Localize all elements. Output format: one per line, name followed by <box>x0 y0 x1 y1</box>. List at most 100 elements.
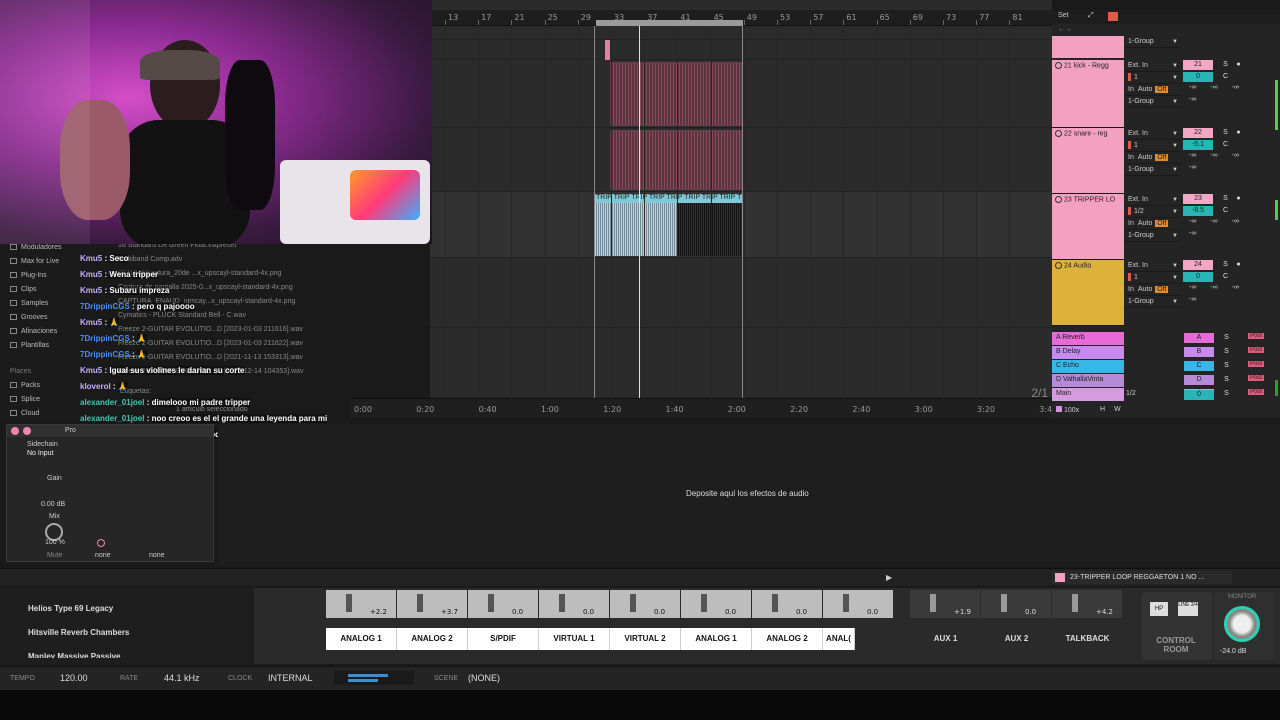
clip-tripper[interactable]: TRIP TRIP TRIP TRIP TRIP TRIP TRIP TRIP … <box>594 194 742 256</box>
pan-value[interactable]: C <box>1221 206 1230 215</box>
return-track[interactable]: D ValhallaVinta <box>1052 374 1124 387</box>
mute-label[interactable]: Mute <box>47 552 63 559</box>
fader-strip[interactable]: 0.0 <box>823 590 893 618</box>
output-routing[interactable]: 1-Group ▼ <box>1126 164 1181 176</box>
fader-knob[interactable] <box>346 594 352 612</box>
dropdown-icon[interactable]: ▼ <box>1172 206 1178 218</box>
none-b[interactable]: none <box>149 552 165 559</box>
file-item[interactable]: Freeze 2-GUITAR EVOLUTIO...D [2023-01-03… <box>118 326 303 333</box>
browser-item-label[interactable]: Plantillas <box>21 342 49 349</box>
fader-knob[interactable] <box>701 594 707 612</box>
send-a[interactable]: -∞ <box>1189 84 1196 91</box>
sidechain-led[interactable] <box>97 539 105 547</box>
return-track[interactable]: Main <box>1052 388 1124 401</box>
fold-icon[interactable] <box>1055 62 1062 69</box>
send-c[interactable]: -∞ <box>1232 218 1239 225</box>
solo-button[interactable]: S <box>1222 361 1231 370</box>
channel-label[interactable]: ANALOG 2 <box>752 628 823 650</box>
input-channel-label[interactable]: 1 <box>1134 74 1138 81</box>
arrangement-view[interactable]: 13 17 21 25 29 33 37 41 45 49 53 57 61 65 69 73 77 81 TRI… <box>350 0 1057 418</box>
sidechain-input[interactable]: No Input <box>27 450 53 457</box>
input-type-label[interactable]: Ext. In <box>1128 130 1148 137</box>
set-label[interactable]: Set <box>1058 12 1069 19</box>
browser-item[interactable]: Plug-Ins <box>10 272 47 279</box>
monitor-in[interactable]: In <box>1128 86 1134 93</box>
solo-button[interactable]: S <box>1221 128 1230 137</box>
expand-icon[interactable]: ⤢ <box>1088 12 1094 20</box>
output-label[interactable]: 1-Group <box>1128 232 1154 239</box>
dropdown-icon[interactable]: ▼ <box>1172 164 1178 176</box>
solo-button[interactable]: S <box>1221 260 1230 269</box>
clock-value[interactable]: INTERNAL <box>268 673 313 683</box>
channel-label[interactable]: ANALOG 1 <box>681 628 752 650</box>
track-name[interactable]: 22 snare - reg <box>1064 130 1108 137</box>
zoom-display[interactable]: 100x <box>1056 406 1079 414</box>
gain-value[interactable]: 0.00 dB <box>41 501 65 508</box>
track-number[interactable]: 23 <box>1183 194 1213 204</box>
monitor-auto[interactable]: Auto <box>1138 286 1152 293</box>
solo-button[interactable]: S <box>1222 389 1231 398</box>
places-item[interactable]: Splice <box>10 396 40 403</box>
arm-indicator[interactable] <box>1128 141 1131 150</box>
track-controls[interactable]: 24 S ● 0 C -∞ -∞ -∞ -∞ <box>1183 260 1278 308</box>
record-icon[interactable] <box>1108 12 1118 21</box>
aux-label[interactable]: AUX 2 <box>981 628 1052 650</box>
browser-item[interactable]: Plantillas <box>10 342 49 349</box>
send-d[interactable]: -∞ <box>1189 96 1196 103</box>
send-d[interactable]: -∞ <box>1189 164 1196 171</box>
send-a[interactable]: -∞ <box>1189 152 1196 159</box>
return-track[interactable]: B Delay <box>1052 346 1124 359</box>
main-volume[interactable]: 0 <box>1184 390 1214 400</box>
monitor-off[interactable]: Off <box>1155 286 1169 293</box>
browser-item-label[interactable]: Clips <box>21 286 37 293</box>
pan-value[interactable]: C <box>1221 272 1230 281</box>
browser-item-label[interactable]: Moduladores <box>21 244 61 251</box>
post-toggle[interactable]: Post <box>1248 375 1265 381</box>
output-label[interactable]: 1-Group <box>1128 166 1154 173</box>
track-number[interactable]: 24 <box>1183 260 1213 270</box>
plugin-item[interactable]: Hitsville Reverb Chambers <box>28 628 129 637</box>
fader-strip[interactable]: 0.0 <box>468 590 538 618</box>
track-header[interactable]: 21 kick - Regg <box>1052 60 1124 128</box>
input-type-label[interactable]: Ext. In <box>1128 62 1148 69</box>
group-io[interactable]: 1-Group ▼ <box>1126 36 1181 48</box>
hp-button[interactable]: HP <box>1150 602 1168 616</box>
track-lane[interactable] <box>430 40 1052 60</box>
arm-icon[interactable]: ● <box>1234 194 1243 203</box>
return-track[interactable]: A Reverb <box>1052 332 1124 345</box>
track-number[interactable]: 21 <box>1183 60 1213 70</box>
browser-item-label[interactable]: Max for Live <box>21 258 59 265</box>
input-channel-label[interactable]: 1/2 <box>1134 208 1144 215</box>
solo-button[interactable]: S <box>1222 333 1231 342</box>
input-type[interactable]: Ext. In ▼ <box>1126 194 1181 206</box>
output-routing[interactable]: 1-Group ▼ <box>1126 230 1181 242</box>
track-io[interactable]: Ext. In ▼ 1/2 ▼ In Auto Off 1-Group ▼ <box>1126 194 1181 242</box>
monitor-off[interactable]: Off <box>1155 220 1169 227</box>
play-icon[interactable]: ▶ <box>886 573 892 582</box>
fader-knob[interactable] <box>417 594 423 612</box>
fold-icon[interactable] <box>1055 196 1062 203</box>
solo-button[interactable]: S <box>1221 60 1230 69</box>
return-name[interactable]: D ValhallaVinta <box>1056 376 1103 383</box>
browser-item[interactable]: Afinaciones <box>10 328 57 335</box>
channel-label[interactable]: VIRTUAL 2 <box>610 628 681 650</box>
arm-indicator[interactable] <box>1128 273 1131 282</box>
clip-snare[interactable] <box>610 130 742 190</box>
fader-strip[interactable]: 0.0 <box>539 590 609 618</box>
pan-value[interactable]: C <box>1221 72 1230 81</box>
fader-strip[interactable]: +3.7 <box>397 590 467 618</box>
post-toggle[interactable]: Post <box>1248 333 1265 339</box>
input-channel[interactable]: 1 ▼ <box>1126 272 1181 284</box>
input-type[interactable]: Ext. In ▼ <box>1126 60 1181 72</box>
monitor-switch[interactable]: In Auto Off <box>1126 284 1181 296</box>
dropdown-icon[interactable]: ▼ <box>1172 194 1178 206</box>
places-item-label[interactable]: Splice <box>21 396 40 403</box>
dropdown-icon[interactable]: ▼ <box>1172 272 1178 284</box>
fader-strip[interactable]: +2.2 <box>326 590 396 618</box>
browser-item[interactable]: Samples <box>10 300 48 307</box>
track-io[interactable]: Ext. In ▼ 1 ▼ In Auto Off 1-Group ▼ <box>1126 60 1181 108</box>
volume-value[interactable]: -5.1 <box>1183 140 1213 150</box>
dropdown-icon[interactable]: ▼ <box>1172 72 1178 84</box>
plugin-item[interactable]: Helios Type 69 Legacy <box>28 604 113 613</box>
file-item[interactable]: Cymatics - PLUCK Standard Bell - C.wav <box>118 312 246 319</box>
